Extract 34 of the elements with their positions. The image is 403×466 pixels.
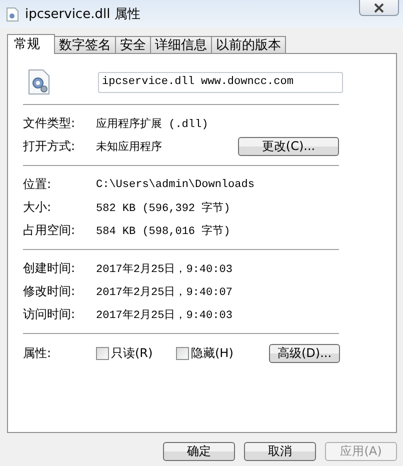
field-label: 属性: <box>23 344 52 362</box>
field-label: 访问时间: <box>23 306 76 323</box>
dialog-button[interactable]: 取消 <box>244 442 316 461</box>
dialog-button[interactable]: 确定 <box>163 442 235 461</box>
field-value: 582 KB (596,392 字节) <box>96 200 232 215</box>
field-value: 584 KB (598,016 字节) <box>96 224 232 238</box>
close-icon <box>373 2 385 12</box>
tab[interactable]: 数字签名 <box>54 36 116 53</box>
field-value: 2017年2月25日，9:40:03 <box>96 308 234 322</box>
field-value: 2017年2月25日，9:40:07 <box>96 285 234 299</box>
field-label: 位置: <box>23 176 52 193</box>
field-value: 应用程序扩展 (.dll) <box>96 116 210 131</box>
close-button[interactable] <box>359 0 399 16</box>
tab[interactable]: 安全 <box>115 36 151 53</box>
change-button[interactable]: 更改(C)... <box>238 137 339 156</box>
field-value: C:\Users\admin\Downloads <box>96 178 254 190</box>
field-label: 修改时间: <box>23 283 76 300</box>
checkbox-label[interactable]: 只读(R) <box>111 344 153 362</box>
tab[interactable]: 以前的版本 <box>211 36 286 53</box>
field-label: 大小: <box>23 199 52 216</box>
file-name-field[interactable]: ipcservice.dll www.downcc.com <box>98 72 343 92</box>
field-label: 占用空间: <box>23 222 76 239</box>
advanced-button[interactable]: 高级(D)... <box>269 344 340 362</box>
field-value: 2017年2月25日，9:40:03 <box>96 262 234 276</box>
tab[interactable]: 常规 <box>7 34 55 54</box>
checkbox[interactable] <box>176 346 189 360</box>
field-label: 创建时间: <box>23 260 76 277</box>
checkbox[interactable] <box>96 346 109 360</box>
tab[interactable]: 详细信息 <box>150 36 212 53</box>
field-value: 未知应用程序 <box>96 140 163 154</box>
field-label: 打开方式: <box>23 138 76 155</box>
checkbox-label[interactable]: 隐藏(H) <box>191 344 234 362</box>
window-title: ipcservice.dll 属性 <box>25 6 140 23</box>
field-label: 文件类型: <box>23 115 76 132</box>
